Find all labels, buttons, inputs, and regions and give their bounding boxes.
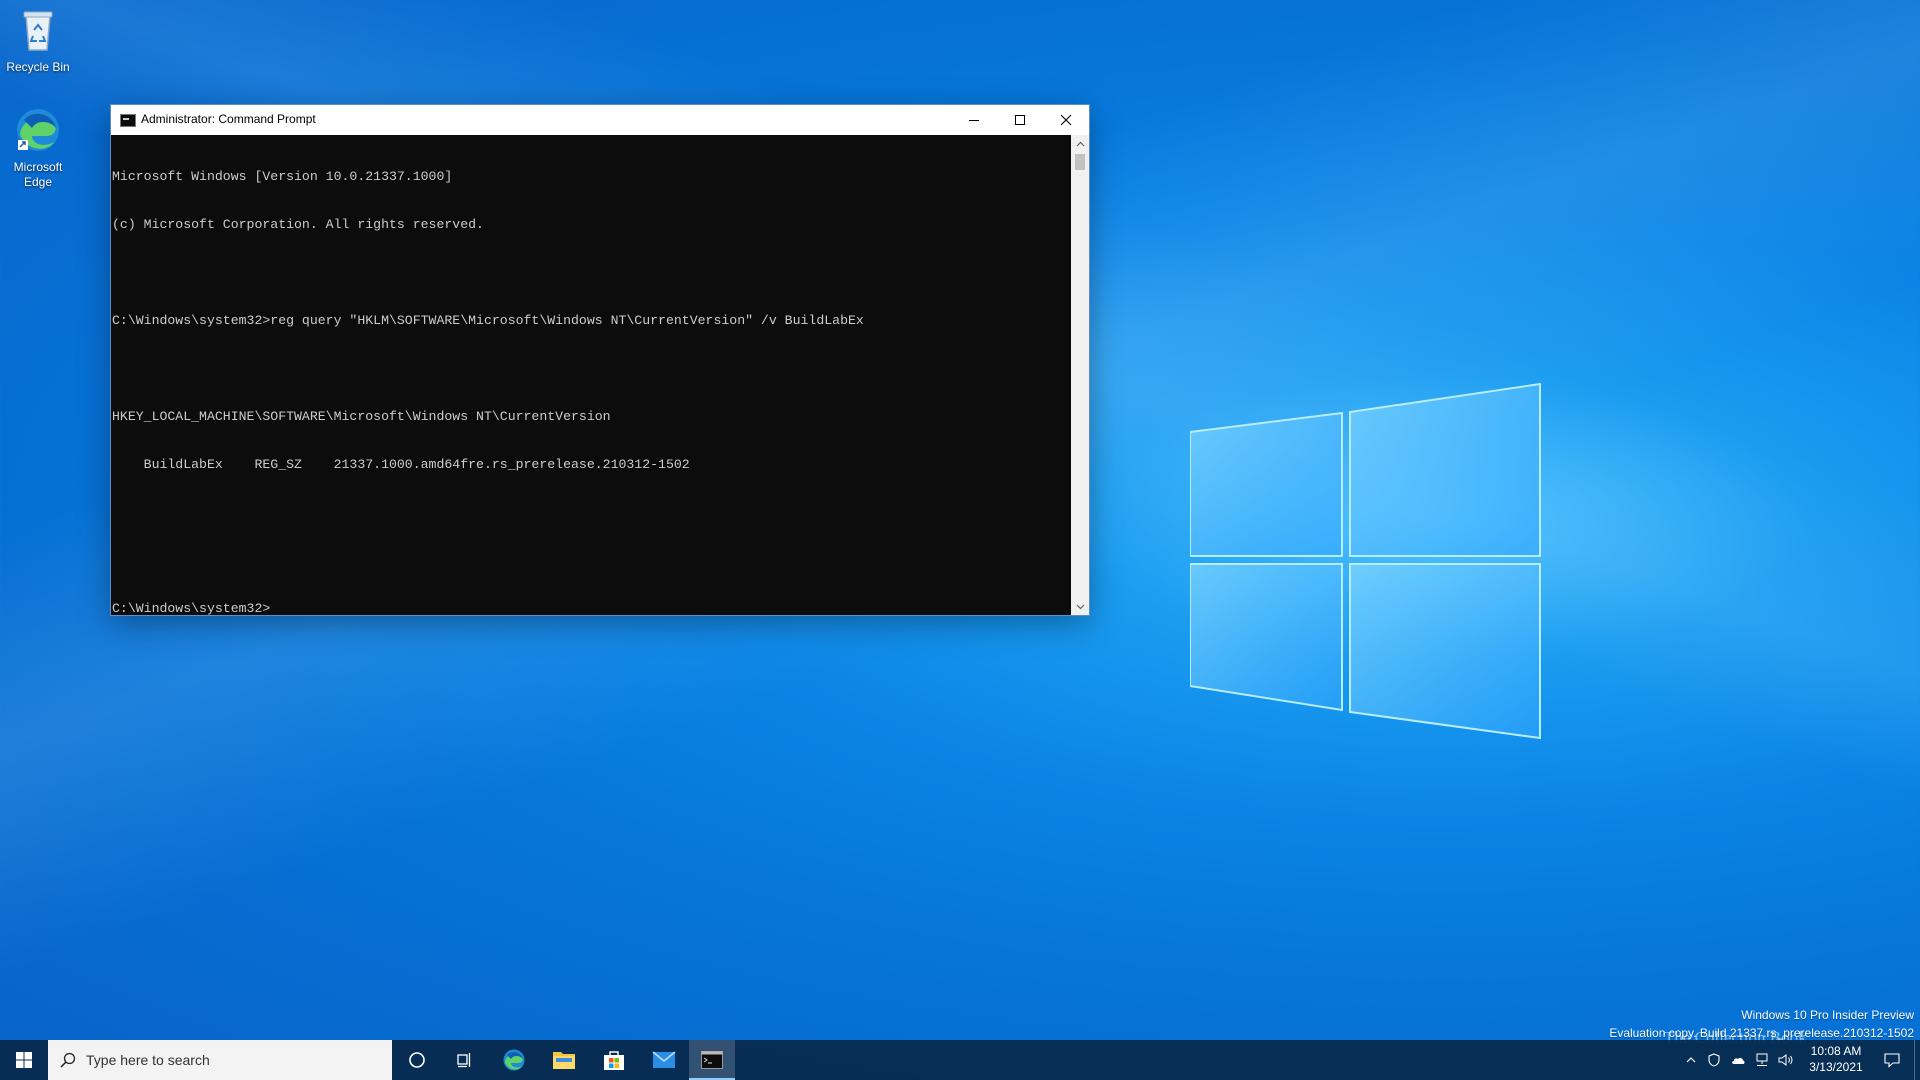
taskbar-command-prompt[interactable]: [689, 1040, 735, 1080]
network-icon: [1756, 1053, 1768, 1066]
watermark-edition: Windows 10 Pro Insider Preview: [1741, 1008, 1914, 1022]
action-center-button[interactable]: [1872, 1040, 1912, 1080]
tray-volume[interactable]: [1774, 1053, 1798, 1067]
console-output[interactable]: Microsoft Windows [Version 10.0.21337.10…: [111, 135, 1071, 615]
console-line: C:\Windows\system32>reg query "HKLM\SOFT…: [112, 313, 864, 328]
show-desktop-button[interactable]: [1914, 1040, 1920, 1080]
search-icon: [60, 1052, 76, 1068]
command-prompt-icon: [701, 1051, 723, 1069]
console-line: Microsoft Windows [Version 10.0.21337.10…: [112, 169, 453, 184]
cortana-icon: [409, 1052, 425, 1068]
start-button[interactable]: [0, 1040, 48, 1080]
scroll-down-button[interactable]: [1071, 598, 1089, 615]
task-view-button[interactable]: [441, 1040, 489, 1080]
folder-icon: [553, 1052, 575, 1069]
scrollbar-thumb[interactable]: [1075, 154, 1085, 170]
maximize-button[interactable]: [997, 105, 1043, 135]
taskbar-edge[interactable]: [489, 1040, 539, 1080]
console-app-icon: [120, 114, 136, 127]
volume-icon: [1778, 1054, 1793, 1066]
cortana-button[interactable]: [393, 1040, 441, 1080]
desktop-icon-recycle-bin[interactable]: Recycle Bin: [0, 6, 76, 75]
desktop-icon-edge[interactable]: Microsoft Edge: [0, 106, 76, 190]
command-prompt-window[interactable]: Administrator: Command Prompt Microsoft …: [111, 105, 1089, 615]
store-icon: [604, 1051, 624, 1070]
recycle-bin-icon: [23, 11, 53, 51]
taskbar-store[interactable]: [589, 1040, 639, 1080]
window-title: Administrator: Command Prompt: [141, 112, 316, 126]
window-titlebar[interactable]: Administrator: Command Prompt: [111, 105, 1089, 135]
edge-label: Microsoft Edge: [13, 160, 63, 189]
notification-icon: [1884, 1053, 1900, 1068]
close-icon: [1060, 114, 1072, 126]
tray-overflow-button[interactable]: [1680, 1057, 1702, 1063]
console-prompt-line: C:\Windows\system32>: [112, 601, 271, 615]
taskbar-clock[interactable]: 10:08 AM 3/13/2021: [1800, 1043, 1872, 1075]
mail-icon: [652, 1051, 676, 1068]
tray-defender[interactable]: [1702, 1053, 1726, 1067]
clock-date: 3/13/2021: [1809, 1060, 1863, 1074]
task-view-icon: [457, 1053, 471, 1068]
recycle-bin-label: Recycle Bin: [6, 60, 70, 74]
scroll-up-button[interactable]: [1071, 135, 1089, 152]
chevron-up-icon: [1076, 141, 1084, 146]
edge-icon: [503, 1049, 525, 1071]
console-line: (c) Microsoft Corporation. All rights re…: [112, 217, 484, 232]
clock-time: 10:08 AM: [1810, 1044, 1862, 1058]
console-line: HKEY_LOCAL_MACHINE\SOFTWARE\Microsoft\Wi…: [112, 409, 611, 424]
shield-icon: [1708, 1053, 1720, 1067]
chevron-up-icon: [1686, 1057, 1696, 1063]
console-scrollbar[interactable]: [1071, 135, 1089, 615]
tray-onedrive[interactable]: [1726, 1055, 1750, 1065]
windows-logo-wallpaper: [1190, 382, 1541, 740]
close-button[interactable]: [1043, 105, 1089, 135]
tray-network[interactable]: [1750, 1053, 1774, 1067]
minimize-icon: [969, 120, 979, 121]
cloud-icon: [1732, 1057, 1745, 1064]
edge-icon: [17, 109, 59, 151]
taskbar-mail[interactable]: [639, 1040, 689, 1080]
search-placeholder: Type here to search: [86, 1052, 210, 1068]
windows-start-icon: [16, 1052, 32, 1068]
system-tray: [1680, 1040, 1798, 1080]
taskbar-file-explorer[interactable]: [539, 1040, 589, 1080]
maximize-icon: [1015, 115, 1025, 125]
minimize-button[interactable]: [951, 105, 997, 135]
chevron-down-icon: [1076, 604, 1084, 609]
taskbar: Type here to search 10:08 AM 3/13/2021: [0, 1040, 1920, 1080]
console-line: BuildLabEx REG_SZ 21337.1000.amd64fre.rs…: [112, 457, 690, 472]
taskbar-search-box[interactable]: Type here to search: [48, 1040, 392, 1080]
